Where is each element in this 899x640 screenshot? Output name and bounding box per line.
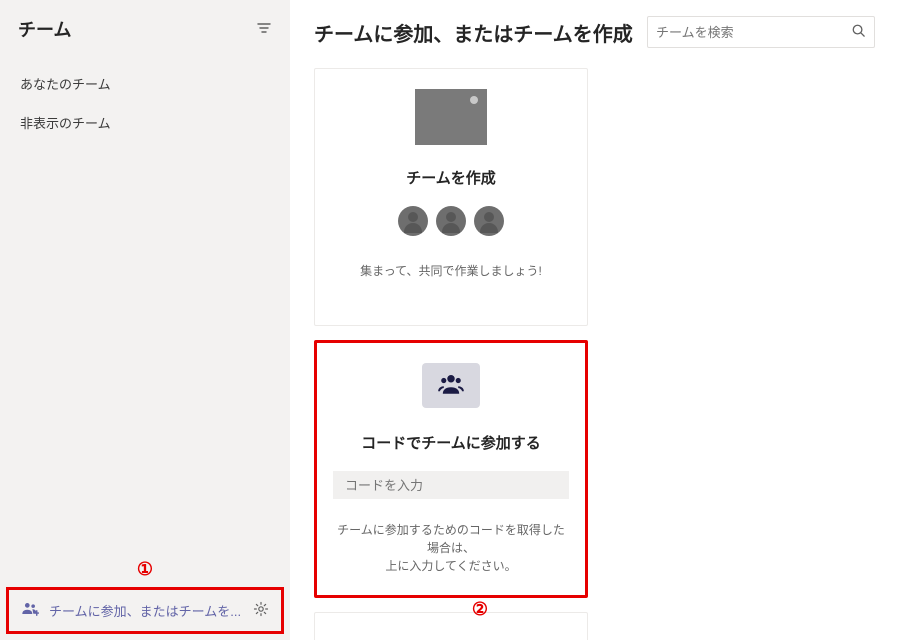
filter-icon[interactable] [256,20,272,39]
sidebar-title: チーム [18,16,71,42]
sidebar-item-hidden-teams[interactable]: 非表示のチーム [8,103,282,142]
create-team-description: 集まって、共同で作業しましょう! [360,262,542,279]
main-header: チームに参加、またはチームを作成 [314,16,875,48]
avatar-row [398,206,504,236]
main: チームに参加、またはチームを作成 チームを作成 集まって、共同で作業しま [290,0,899,640]
avatar [398,206,428,236]
sidebar-bottom: ① チームに参加、またはチームを... [0,587,290,640]
join-create-team-label: チームに参加、またはチームを... [49,601,243,620]
sidebar-item-your-teams[interactable]: あなたのチーム [8,64,282,103]
people-add-icon [21,600,39,621]
team-card-placeholder[interactable] [314,612,588,640]
sidebar-item-label: あなたのチーム [20,77,111,92]
team-icon-tile [422,363,480,408]
join-code-description: チームに参加するためのコードを取得した場合は、 上に入力してください。 [333,521,569,575]
create-team-title: チームを作成 [406,167,496,188]
cards-row: チームを作成 集まって、共同で作業しましょう! [314,68,875,640]
people-icon [437,370,465,401]
search-icon [851,23,866,41]
gear-icon[interactable] [253,601,269,620]
join-create-team-button[interactable]: チームに参加、またはチームを... [6,587,284,634]
page-title: チームに参加、またはチームを作成 [314,18,633,47]
create-team-card[interactable]: チームを作成 集まって、共同で作業しましょう! [314,68,588,326]
search-box[interactable] [647,16,875,48]
annotation-marker-2: ② [472,599,488,620]
join-code-card-wrapper: コードでチームに参加する チームに参加するためのコードを取得した場合は、 上に入… [314,340,588,598]
avatar [436,206,466,236]
sidebar-header: チーム [0,0,290,54]
join-code-title: コードでチームに参加する [361,432,541,453]
avatar [474,206,504,236]
sidebar-item-label: 非表示のチーム [20,116,111,131]
team-code-input[interactable] [333,471,569,499]
annotation-marker-1: ① [137,559,153,580]
search-input[interactable] [656,25,851,40]
join-code-card[interactable]: コードでチームに参加する チームに参加するためのコードを取得した場合は、 上に入… [314,340,588,598]
sidebar-list: あなたのチーム 非表示のチーム [0,54,290,152]
sidebar: チーム あなたのチーム 非表示のチーム ① [0,0,290,640]
create-team-thumbnail [415,89,487,145]
